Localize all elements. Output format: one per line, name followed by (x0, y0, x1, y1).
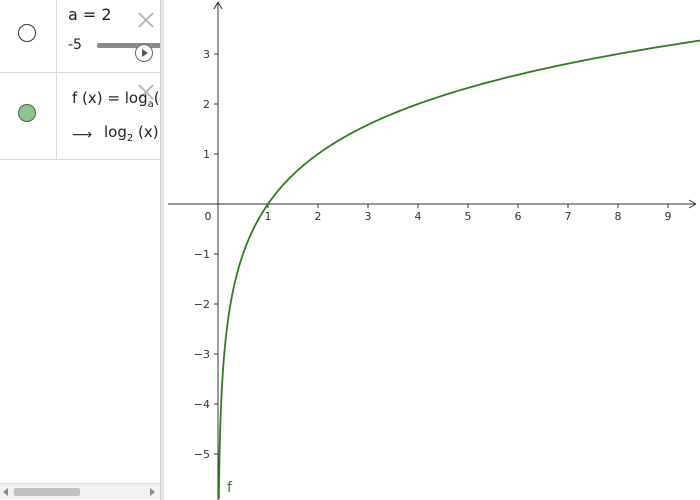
horizontal-scrollbar[interactable] (0, 483, 160, 499)
x-tick-label: 6 (515, 210, 522, 223)
y-tick-label: −4 (194, 398, 210, 411)
function-definition[interactable]: f (x) = loga( (72, 89, 160, 110)
y-tick-label: −3 (194, 348, 210, 361)
x-tick-label: 1 (265, 210, 272, 223)
graphics-view[interactable]: 0 1 2 3 4 5 6 7 8 9 3 2 1 −1 −2 −3 −4 −5 f (164, 0, 700, 500)
y-tick-label: 1 (203, 148, 210, 161)
x-tick-label: 2 (315, 210, 322, 223)
algebra-panel: a = 2 -5 f (x) = loga( ⟶ log2 (x) (0, 0, 160, 500)
x-tick-label: 7 (565, 210, 572, 223)
x-tick-label: 3 (365, 210, 372, 223)
play-icon[interactable] (135, 44, 153, 62)
y-tick-label: −5 (194, 448, 210, 461)
slider-label[interactable]: a = 2 (68, 5, 112, 24)
plot-canvas[interactable]: 0 1 2 3 4 5 6 7 8 9 3 2 1 −1 −2 −3 −4 −5 f (164, 0, 700, 500)
y-tick-label: 3 (203, 48, 210, 61)
x-tick-label: 0 (205, 210, 212, 223)
scrollbar-thumb[interactable] (14, 488, 80, 496)
x-tick-label: 4 (415, 210, 422, 223)
y-tick-label: 2 (203, 98, 210, 111)
visibility-toggle-f[interactable] (18, 104, 36, 122)
x-tick-label: 5 (465, 210, 472, 223)
close-icon[interactable] (137, 11, 155, 29)
slider-min-label: -5 (68, 37, 82, 53)
function-curve (217, 39, 700, 499)
scroll-left-icon[interactable] (3, 488, 8, 496)
visibility-toggle-a[interactable] (18, 24, 36, 42)
x-tick-label: 9 (665, 210, 672, 223)
arrow-icon: ⟶ (72, 127, 93, 143)
y-tick-label: −2 (194, 298, 210, 311)
function-value: log2 (x) (104, 123, 159, 144)
curve-label: f (227, 480, 233, 496)
y-tick-label: −1 (194, 248, 210, 261)
x-tick-label: 8 (615, 210, 622, 223)
scroll-right-icon[interactable] (150, 488, 155, 496)
